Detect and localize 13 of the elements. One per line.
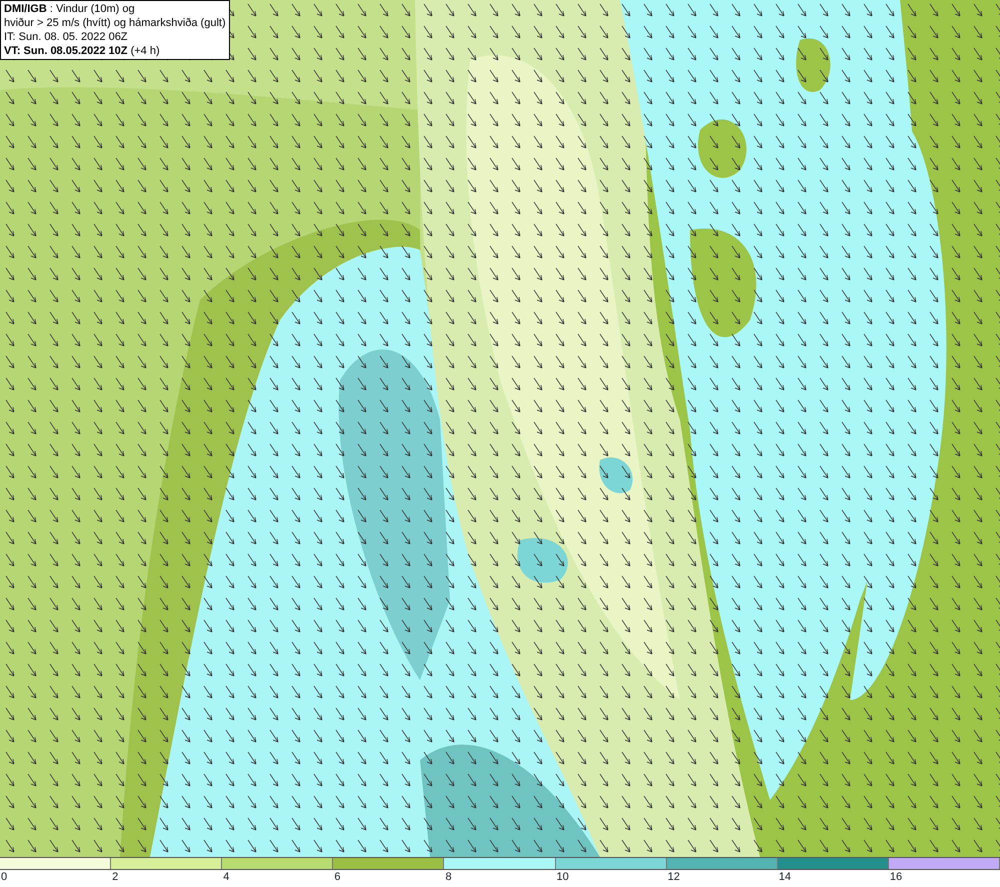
title-line: hviður > 25 m/s (hvítt) og hámarkshviða (gult) xyxy=(4,16,226,30)
legend-label: 14 xyxy=(778,871,792,883)
title-line: DMI/IGB : Vindur (10m) og xyxy=(4,2,135,16)
legend-label: 2 xyxy=(111,871,118,883)
legend-label: 12 xyxy=(666,871,680,883)
legend-label: 10 xyxy=(556,871,569,883)
legend-label: 6 xyxy=(333,871,340,883)
legend-label: 4 xyxy=(222,871,230,883)
title-line: IT: Sun. 08. 05. 2022 06Z xyxy=(4,30,128,44)
legend-label: 0 xyxy=(0,871,8,883)
legend-label: 16 xyxy=(888,871,902,883)
title-line: VT: Sun. 08.05.2022 10Z (+4 h) xyxy=(4,44,160,58)
legend-label: 8 xyxy=(444,871,452,883)
